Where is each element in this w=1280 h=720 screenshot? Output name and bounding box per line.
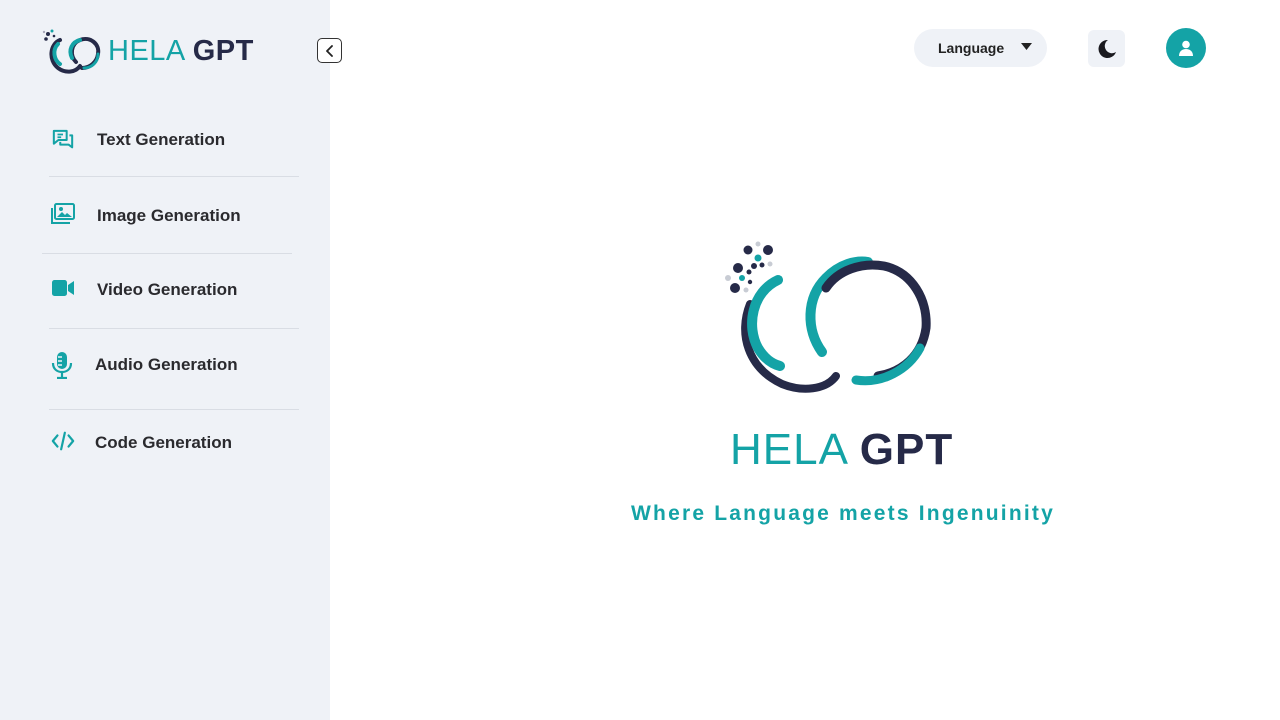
microphone-icon	[50, 352, 74, 379]
sidebar-item-image-generation[interactable]: Image Generation	[0, 178, 330, 254]
sidebar-item-label: Text Generation	[97, 130, 226, 149]
caret-down-icon	[1021, 43, 1032, 50]
hero-brand-name: HELA GPT	[730, 428, 953, 472]
language-dropdown[interactable]: Language	[914, 29, 1047, 67]
brand-hela: HELA	[108, 34, 185, 67]
image-icon	[51, 202, 75, 226]
collapse-sidebar-button[interactable]	[317, 38, 342, 63]
brand-name: HELA GPT	[108, 34, 254, 67]
hela-logo-icon	[42, 29, 101, 74]
sidebar-item-code-generation[interactable]: Code Generation	[0, 405, 330, 481]
sidebar-item-text-generation[interactable]: Text Generation	[0, 102, 330, 178]
theme-toggle-button[interactable]	[1088, 30, 1125, 67]
sidebar-item-label: Code Generation	[95, 433, 232, 452]
sidebar: HELA GPT Text Generation Image Generatio…	[0, 0, 330, 720]
sidebar-item-label: Image Generation	[97, 206, 241, 225]
sidebar-item-label: Audio Generation	[95, 355, 238, 374]
moon-icon	[1098, 39, 1116, 58]
hela-hero-logo-icon	[725, 241, 931, 393]
app-window: HELA GPT Text Generation Image Generatio…	[0, 0, 1280, 720]
sidebar-item-video-generation[interactable]: Video Generation	[0, 252, 330, 328]
user-icon	[1179, 40, 1193, 56]
hero-hela: HELA	[730, 425, 847, 474]
chat-icon	[51, 128, 75, 152]
user-avatar-button[interactable]	[1166, 28, 1206, 68]
sidebar-item-audio-generation[interactable]: Audio Generation	[0, 327, 330, 403]
hero-gpt: GPT	[859, 425, 954, 474]
language-label: Language	[938, 40, 1005, 56]
brand-logo[interactable]: HELA GPT	[42, 28, 254, 74]
chevron-left-icon	[325, 44, 333, 57]
brand-gpt: GPT	[192, 34, 254, 67]
divider	[49, 176, 299, 177]
hero-tagline: Where Language meets Ingenuinity	[631, 502, 1055, 525]
code-icon	[51, 429, 75, 453]
video-icon	[51, 276, 75, 300]
sidebar-item-label: Video Generation	[97, 280, 238, 299]
